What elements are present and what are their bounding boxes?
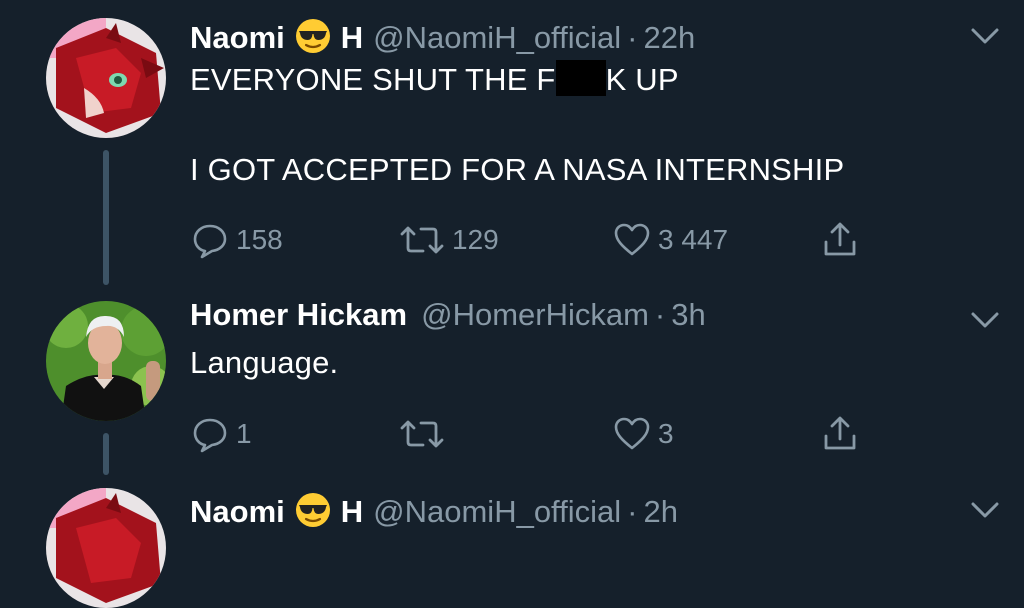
thread-line [103,433,109,475]
tweet-actions: 1 3 [190,414,890,454]
reply-icon [193,224,227,259]
share-button[interactable] [820,220,860,260]
tweet-header: Homer Hickam @HomerHickam · 3h [190,297,706,333]
avatar-naomi[interactable] [46,488,166,608]
share-icon [824,416,856,450]
chevron-down-icon[interactable] [968,310,1002,330]
tweet-text-line: Language. [190,345,339,380]
heart-icon [614,223,650,256]
censor-bar [555,60,606,96]
like-count: 3 [658,418,674,449]
thread-line [103,150,109,285]
timestamp[interactable]: 22h [643,20,695,56]
handle[interactable]: @NaomiH_official [373,20,621,56]
separator-dot: · [654,297,666,332]
display-name[interactable]: Homer Hickam [190,297,407,333]
retweet-count: 129 [452,224,499,255]
reply-count: 1 [236,418,252,449]
retweet-icon [400,226,444,254]
like-count: 3 447 [658,224,729,255]
separator-dot: · [627,494,638,529]
tweet-text-part: K UP [605,62,679,97]
tweet-text-line: EVERYONE SHUT THE F K UP [190,60,679,98]
reply-button[interactable]: 158 [190,220,283,260]
chevron-down-icon[interactable] [968,26,1002,46]
heart-icon [614,417,650,450]
display-name-suffix[interactable]: H [341,494,363,530]
retweet-button[interactable]: 129 [398,220,499,260]
sunglasses-emoji-icon [295,493,330,527]
tweet-text-part: EVERYONE SHUT THE F [190,62,556,97]
separator-dot: · [627,20,638,55]
avatar-homer[interactable] [46,301,166,421]
retweet-button[interactable] [398,414,452,454]
display-name-suffix[interactable]: H [341,20,363,56]
tweet-text-line: I GOT ACCEPTED FOR A NASA INTERNSHIP [190,152,845,187]
timestamp[interactable]: 3h [671,297,705,333]
chevron-down-icon[interactable] [968,500,1002,520]
share-icon [824,222,856,256]
display-name[interactable]: Naomi [190,494,285,530]
sunglasses-emoji-icon [295,19,330,53]
reply-button[interactable]: 1 [190,414,252,454]
timestamp[interactable]: 2h [643,494,677,530]
avatar-naomi[interactable] [46,18,166,138]
handle[interactable]: @NaomiH_official [373,494,621,530]
display-name[interactable]: Naomi [190,20,285,56]
handle[interactable]: @HomerHickam [421,297,649,333]
retweet-icon [400,420,444,448]
tweet-header: Naomi H @NaomiH_official · 22h [190,12,695,56]
like-button[interactable]: 3 [612,414,674,454]
reply-icon [193,418,227,453]
reply-count: 158 [236,224,283,255]
share-button[interactable] [820,414,860,454]
tweet-header: Naomi H @NaomiH_official · 2h [190,486,678,530]
tweet-actions: 158 129 3 447 [190,220,890,260]
like-button[interactable]: 3 447 [612,220,728,260]
